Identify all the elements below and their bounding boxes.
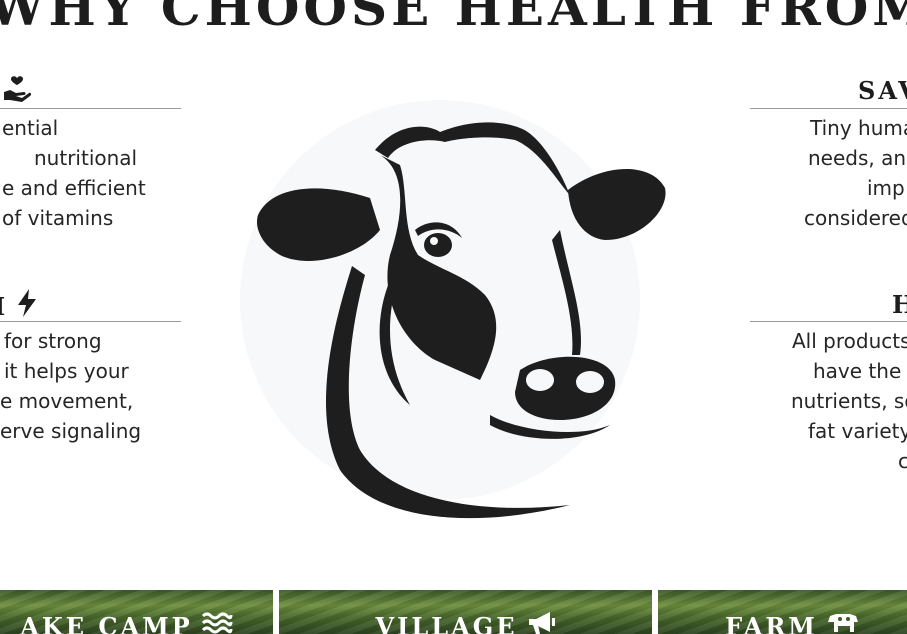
feature-title-right-top-text: SAV: [858, 76, 907, 105]
feature-line: have the: [813, 359, 902, 383]
feature-divider-right-top: [750, 108, 907, 109]
feature-text-left-top: ential nutritional e and efficient of vi…: [2, 113, 146, 233]
megaphone-icon: [526, 610, 556, 634]
feature-title-right-top: SAV: [858, 76, 907, 105]
section-heading: WHY CHOOSE HEALTH FROM: [0, 0, 907, 37]
feature-line: nutrients, so: [791, 389, 907, 413]
feature-line: c: [898, 449, 907, 473]
feature-title-left-bottom-text: I: [0, 292, 8, 321]
card-lake-camp-text: AKE CAMP: [20, 611, 193, 634]
feature-line: fat variety: [808, 419, 907, 443]
feature-title-right-bottom: H: [892, 290, 907, 319]
cow-head-icon: [256, 122, 666, 519]
card-farm-text: FARM: [725, 611, 818, 634]
card-village-text: VILLAGE: [375, 611, 518, 634]
hand-heart-icon: [2, 74, 32, 110]
card-lake-camp-label[interactable]: AKE CAMP: [20, 610, 233, 634]
feature-line: e movement,: [0, 389, 134, 413]
cow-illustration: [240, 80, 670, 530]
card-farm[interactable]: FARM: [658, 590, 907, 634]
feature-text-right-top: Tiny huma needs, and imp considered: [804, 113, 907, 233]
card-lake-camp[interactable]: AKE CAMP: [0, 590, 273, 634]
feature-text-right-bottom: All products have the nutrients, so fat …: [791, 326, 907, 476]
water-waves-icon: [201, 610, 233, 634]
feature-title-left-bottom: I: [0, 288, 40, 324]
feature-line: e and efficient: [2, 176, 146, 200]
card-village-label[interactable]: VILLAGE: [375, 610, 555, 634]
feature-line: of vitamins: [2, 206, 114, 230]
feature-text-left-bottom: for strong it helps your e movement, erv…: [0, 326, 141, 446]
feature-line: Tiny huma: [810, 116, 907, 140]
feature-line: ential: [2, 116, 59, 140]
feature-line: nutritional: [34, 146, 138, 170]
feature-line: erve signaling: [0, 419, 142, 443]
feature-title-right-bottom-text: H: [892, 290, 907, 319]
feature-divider-left-bottom: [0, 321, 181, 322]
feature-divider-left-top: [0, 108, 181, 109]
bolt-icon: [14, 288, 40, 324]
feature-line: All products: [792, 329, 907, 353]
feature-line: needs, and: [808, 146, 907, 170]
feature-divider-right-bottom: [750, 321, 907, 322]
feature-line: for strong: [4, 329, 102, 353]
feature-line: it helps your: [4, 359, 129, 383]
feature-line: imp: [867, 176, 905, 200]
feature-title-left-top: [0, 74, 32, 110]
cow-icon: [826, 610, 860, 634]
card-village[interactable]: VILLAGE: [279, 590, 652, 634]
card-farm-label[interactable]: FARM: [725, 610, 860, 634]
feature-line: considered: [804, 206, 907, 230]
